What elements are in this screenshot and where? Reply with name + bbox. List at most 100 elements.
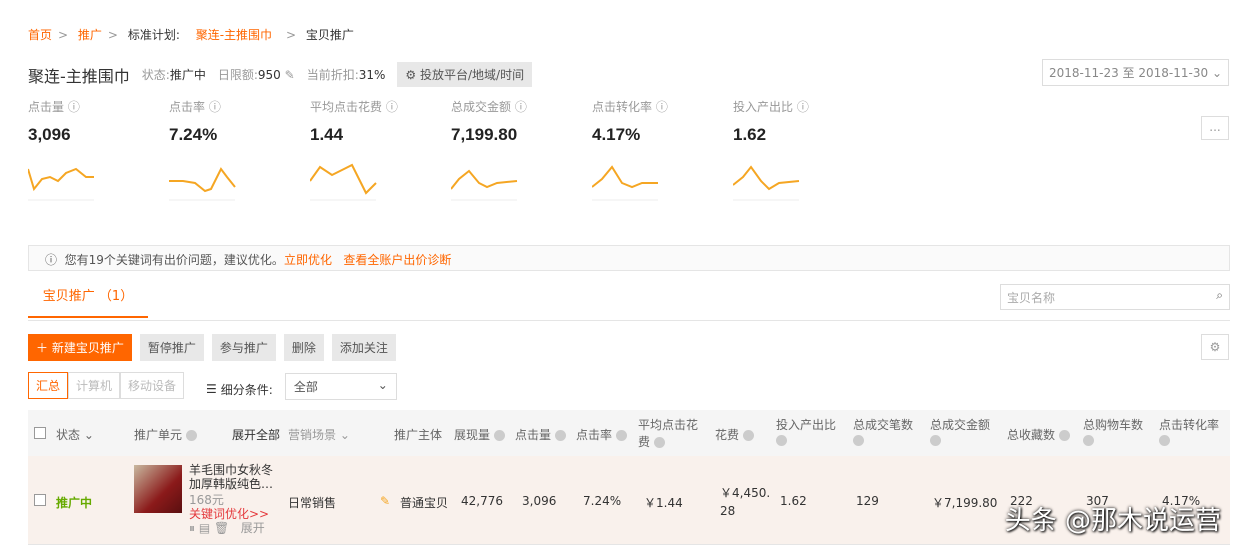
help-icon bbox=[185, 430, 197, 441]
info-icon: ⓘ bbox=[45, 253, 58, 267]
metric-value: 1.62 bbox=[733, 125, 767, 144]
col-carts[interactable]: 总购物车数 bbox=[1083, 416, 1151, 447]
watermark: 头条 @那木说运营 bbox=[1004, 506, 1221, 536]
metric-value: 3,096 bbox=[28, 125, 71, 144]
col-impressions[interactable]: 展现量 bbox=[454, 426, 505, 443]
metric-value: 7,199.80 bbox=[451, 125, 518, 144]
page-title: 聚连-主推围巾 bbox=[28, 66, 130, 86]
expand-all-link[interactable]: 展开全部 bbox=[232, 426, 280, 443]
metric-value: 1.44 bbox=[310, 125, 344, 144]
filter-label: 细分条件: bbox=[220, 382, 273, 397]
col-favs[interactable]: 总收藏数 bbox=[1007, 426, 1070, 443]
search-icon[interactable]: ⌕ bbox=[1216, 288, 1223, 303]
metric-label: 总成交金额 bbox=[451, 100, 512, 114]
pause-button[interactable]: 暂停推广 bbox=[139, 334, 204, 361]
sparkline bbox=[450, 169, 518, 201]
device-segment: 汇总 计算机 移动设备 bbox=[28, 372, 185, 399]
discount-label: 当前折扣: bbox=[306, 68, 359, 82]
crumb-current: 宝贝推广 bbox=[305, 28, 354, 42]
crumb-plan[interactable]: 聚连-主推围巾 bbox=[196, 28, 272, 42]
new-item-promotion-button[interactable]: ＋ 新建宝贝推广 bbox=[28, 334, 132, 361]
col-cpc[interactable]: 平均点击花费 bbox=[638, 416, 700, 450]
pause-icon[interactable]: ⏸ bbox=[189, 521, 195, 535]
more-button[interactable]: ... bbox=[1201, 116, 1229, 140]
help-icon: ⓘ bbox=[655, 100, 668, 114]
col-orders[interactable]: 总成交笔数 bbox=[853, 416, 921, 447]
bid-diagnosis-link[interactable]: 查看全账户出价诊断 bbox=[343, 253, 451, 267]
col-roi[interactable]: 投入产出比 bbox=[776, 416, 844, 447]
date-range-value: 2018-11-23 至 2018-11-30 bbox=[1049, 66, 1209, 80]
expand-link[interactable]: 展开 bbox=[241, 521, 265, 535]
col-cvr[interactable]: 点击转化率 bbox=[1159, 416, 1227, 447]
segment-all[interactable]: 汇总 bbox=[28, 372, 69, 399]
select-all-checkbox[interactable] bbox=[34, 427, 46, 439]
metric-ctr[interactable]: 点击率 ⓘ 7.24% bbox=[169, 98, 309, 204]
delete-button[interactable]: 删除 bbox=[283, 334, 324, 361]
metric-cpc[interactable]: 平均点击花费 ⓘ 1.44 bbox=[309, 98, 450, 204]
search-input[interactable]: 宝贝名称 ⌕ bbox=[1000, 284, 1230, 310]
segment-mobile[interactable]: 移动设备 bbox=[120, 372, 185, 399]
metric-label: 平均点击花费 bbox=[310, 100, 383, 114]
metric-label: 点击量 bbox=[28, 100, 65, 114]
breadcrumb: 首页 > 推广 > 标准计划: 聚连-主推围巾 > 宝贝推广 bbox=[28, 28, 354, 42]
gear-icon: ⚙ bbox=[405, 68, 417, 82]
col-status[interactable]: 状态 ⌄ bbox=[56, 426, 94, 443]
metric-roi[interactable]: 投入产出比 ⓘ 1.62 bbox=[732, 98, 873, 204]
crumb-promo[interactable]: 推广 bbox=[78, 28, 102, 42]
col-cost[interactable]: 花费 bbox=[715, 426, 754, 443]
product-thumbnail[interactable] bbox=[134, 465, 182, 513]
sparkline bbox=[591, 165, 658, 201]
col-ctr[interactable]: 点击率 bbox=[576, 426, 627, 443]
crumb-home[interactable]: 首页 bbox=[28, 28, 52, 42]
follow-button[interactable]: 添加关注 bbox=[331, 334, 396, 361]
platform-settings-button[interactable]: ⚙ 投放平台/地域/时间 bbox=[397, 62, 533, 87]
sparkline bbox=[309, 163, 377, 201]
notice-bar: ⓘ 您有19个关键词有出价问题，建议优化。立即优化 查看全账户出价诊断 bbox=[28, 245, 1230, 271]
product-title[interactable]: 羊毛围巾女秋冬 bbox=[189, 463, 281, 477]
metric-cvr[interactable]: 点击转化率 ⓘ 4.17% bbox=[591, 98, 732, 204]
edit-icon[interactable]: ✎ bbox=[285, 68, 295, 82]
filter-value: 全部 bbox=[293, 380, 318, 394]
row-cpc: ￥1.44 bbox=[644, 496, 683, 510]
sparkline bbox=[732, 165, 800, 201]
settings-gear-icon[interactable]: ⚙ bbox=[1201, 334, 1229, 360]
search-placeholder: 宝贝名称 bbox=[1007, 291, 1056, 305]
row-clicks: 3,096 bbox=[522, 494, 557, 508]
col-clicks[interactable]: 点击量 bbox=[515, 426, 566, 443]
row-impressions: 42,776 bbox=[461, 494, 503, 508]
col-scene[interactable]: 营销场景 ⌄ bbox=[288, 426, 350, 443]
metric-clicks[interactable]: 点击量 ⓘ 3,096 bbox=[27, 98, 168, 204]
edit-icon[interactable]: ✎ bbox=[380, 494, 390, 508]
sparkline bbox=[169, 167, 236, 201]
plan-header: 聚连-主推围巾 状态:推广中 日限额:950 ✎ 当前折扣:31% ⚙ 投放平台… bbox=[28, 62, 533, 87]
row-status: 推广中 bbox=[56, 496, 93, 510]
segment-pc[interactable]: 计算机 bbox=[68, 372, 121, 399]
join-button[interactable]: 参与推广 bbox=[211, 334, 276, 361]
product-price: 168元 bbox=[189, 493, 224, 507]
metric-label: 点击转化率 bbox=[592, 100, 653, 114]
metric-gmv[interactable]: 总成交金额 ⓘ 7,199.80 bbox=[450, 98, 591, 204]
sparkline bbox=[27, 167, 94, 201]
date-range-picker[interactable]: 2018-11-23 至 2018-11-30 ⌄ bbox=[1042, 59, 1229, 86]
product-info: 羊毛围巾女秋冬 加厚韩版纯色… 168元 关键词优化>> ⏸ ▤ 🗑 展开 bbox=[189, 463, 281, 535]
help-icon: ⓘ bbox=[796, 100, 809, 114]
col-gmv[interactable]: 总成交金额 bbox=[930, 416, 998, 447]
help-icon: ⓘ bbox=[67, 100, 80, 114]
platform-button-label: 投放平台/地域/时间 bbox=[420, 68, 525, 82]
row-checkbox[interactable] bbox=[34, 494, 46, 506]
row-roi: 1.62 bbox=[780, 494, 807, 508]
filter-select[interactable]: 全部 ⌄ bbox=[284, 373, 397, 400]
tab-item-promotion[interactable]: 宝贝推广 （1） bbox=[28, 285, 148, 318]
keyword-optimize-link[interactable]: 关键词优化>> bbox=[189, 507, 281, 521]
metric-value: 4.17% bbox=[592, 125, 641, 144]
row-cost: ￥4,450. 28 bbox=[720, 486, 771, 518]
filter: ☰ 细分条件: 全部 ⌄ bbox=[206, 373, 397, 400]
delete-icon[interactable]: 🗑 bbox=[214, 521, 229, 535]
product-title-line2[interactable]: 加厚韩版纯色… bbox=[189, 477, 281, 491]
crumb-plan-label: 标准计划: bbox=[127, 28, 180, 42]
table-header: 状态 ⌄ 推广单元 展开全部 营销场景 ⌄ 推广主体 展现量 点击量 点击率 平… bbox=[28, 410, 1230, 456]
optimize-now-link[interactable]: 立即优化 bbox=[284, 253, 332, 267]
budget-label: 日限额: bbox=[217, 68, 258, 82]
row-subject: 普通宝贝 bbox=[400, 496, 449, 510]
report-icon[interactable]: ▤ bbox=[199, 521, 210, 535]
